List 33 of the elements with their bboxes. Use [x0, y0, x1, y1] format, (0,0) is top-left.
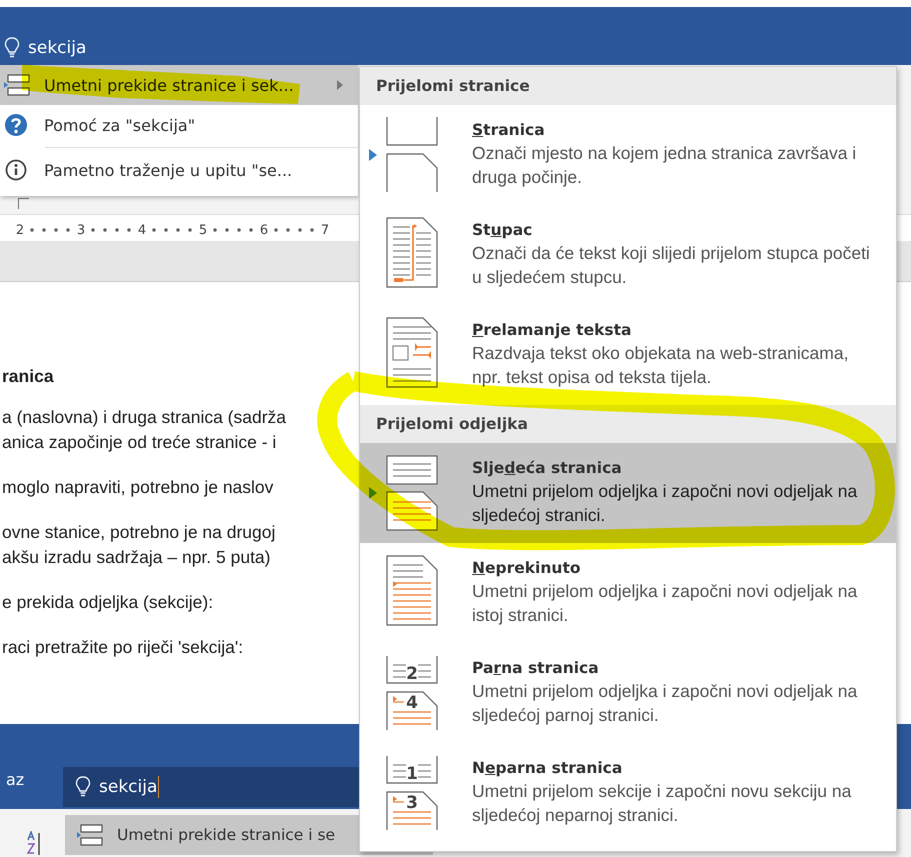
ruler-number: 6: [258, 222, 270, 238]
document-paragraph: moglo napraviti, potrebno je naslov: [2, 476, 274, 499]
page-break-icon: [77, 824, 103, 846]
lightbulb-icon: [4, 37, 20, 59]
menu-item[interactable]: Stranica Označi mjesto na kojem jedna stranica završava i druga počinje.: [360, 105, 896, 205]
menu-item[interactable]: Prelamanje teksta Razdvaja tekst oko objekata na web-stranicama, npr. tekst opisa od teksta tijela.: [360, 305, 896, 405]
dialog-launcher-icon[interactable]: [18, 198, 29, 208]
section-header: Prijelomi stranice: [360, 67, 896, 105]
document-heading: ranica: [2, 366, 54, 387]
ribbon-tab[interactable]: az: [6, 770, 63, 789]
ruler-number: 2: [14, 222, 26, 238]
document-paragraph: a (naslovna) i druga stranica (sadrža anica započinje od treće stranice - i: [2, 406, 286, 454]
menu-item[interactable]: Pomoć za "sekcija": [0, 105, 358, 145]
menu-item[interactable]: 2 4 Parna stranica Umetni prijelom odjeljka i započni novi odjeljak na sljedećoj parnoj stranici.: [360, 643, 896, 743]
section-break-icon: [386, 117, 438, 193]
help-icon: [4, 113, 28, 137]
page-break-icon: [4, 74, 30, 96]
info-icon: [4, 158, 28, 182]
document-paragraph: raci pretražite po riječi 'sekcija':: [2, 636, 244, 659]
menu-item[interactable]: Umetni prekide stranice i sek...: [0, 65, 358, 105]
search-field[interactable]: sekcija: [28, 38, 86, 58]
ruler-number: 5: [198, 222, 208, 238]
document-paragraph: ovne stanice, potrebno je na drugoj akšu izradu sadržaja – npr. 5 puta): [2, 521, 276, 569]
ruler-number: 4: [136, 222, 148, 238]
menu-item[interactable]: Neprekinuto Umetni prijelom odjeljka i započni novi odjeljak na istoj stranici.: [360, 543, 896, 643]
ruler-number: 3: [76, 222, 86, 238]
document-paragraph: e prekida odjeljka (sekcije):: [2, 591, 214, 614]
submenu-arrow-icon: [336, 79, 344, 91]
lightbulb-icon: [75, 776, 91, 798]
menu-item[interactable]: Stupac Označi da će tekst koji slijedi prijelom stupca početi u sljedećem stupcu.: [360, 205, 896, 305]
menu-item[interactable]: Pametno traženje u upitu "se...: [0, 150, 358, 190]
section-break-icon: [386, 455, 438, 531]
ruler-number: 7: [320, 222, 330, 238]
